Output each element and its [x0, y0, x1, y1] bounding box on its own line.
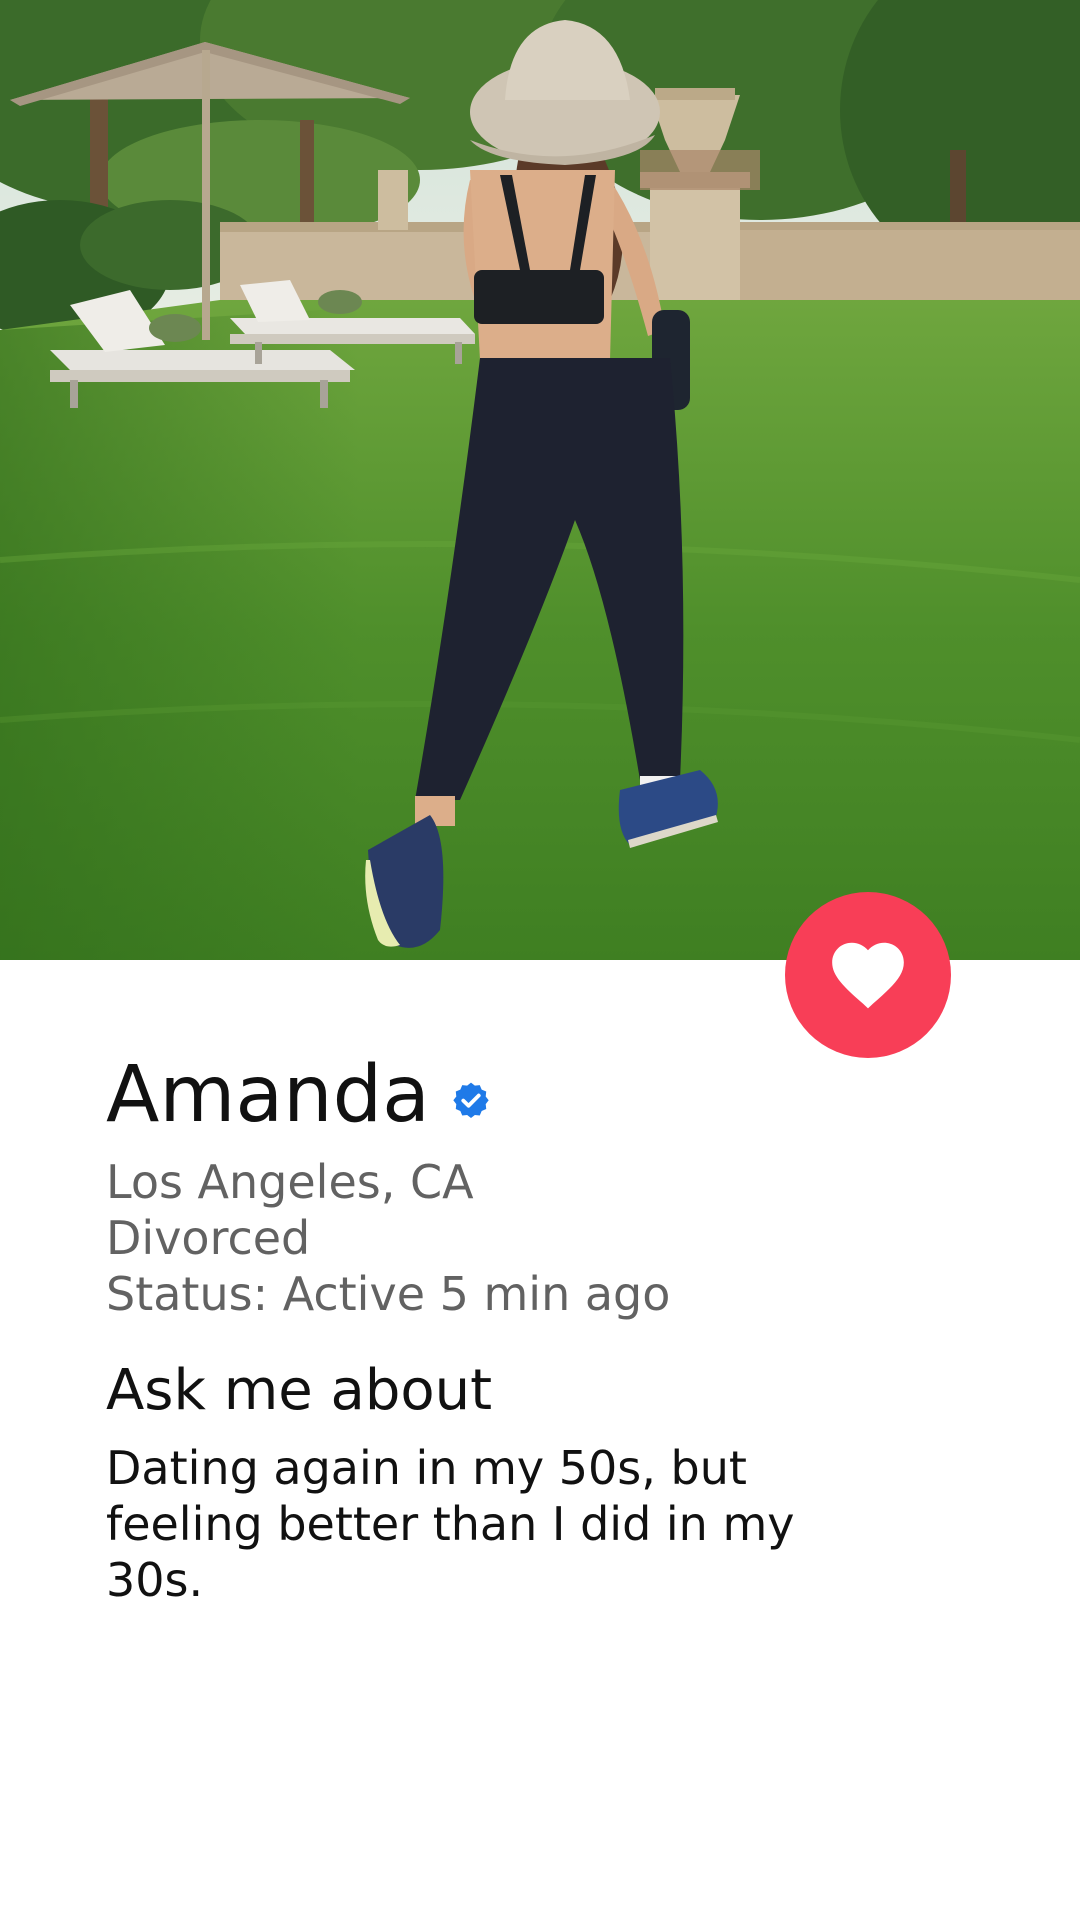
- profile-status: Status: Active 5 min ago: [106, 1267, 671, 1321]
- profile-relationship: Divorced: [106, 1211, 311, 1265]
- heart-icon: [832, 942, 904, 1009]
- ask-me-text: Dating again in my 50s, but feeling bett…: [106, 1441, 795, 1607]
- name-row: Amanda: [106, 1040, 1006, 1150]
- profile-info: Amanda Los Angeles, CA Divorced Status: …: [106, 1040, 1006, 1608]
- profile-name: Amanda: [106, 1050, 430, 1140]
- profile-card: Amanda Los Angeles, CA Divorced Status: …: [0, 0, 1080, 1920]
- profile-photo[interactable]: [0, 0, 1080, 960]
- profile-photo-illustration: [0, 0, 1080, 960]
- profile-location: Los Angeles, CA: [106, 1155, 474, 1209]
- ask-me-title: Ask me about: [106, 1358, 493, 1423]
- like-button[interactable]: [785, 892, 951, 1058]
- verified-badge-icon: [453, 1082, 489, 1118]
